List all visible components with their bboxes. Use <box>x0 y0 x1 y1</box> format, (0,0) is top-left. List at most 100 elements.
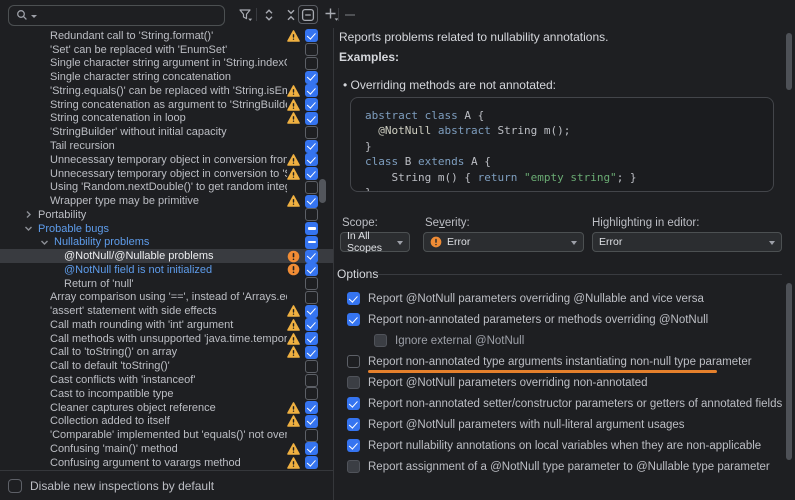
options-scrollbar-thumb[interactable] <box>786 283 792 460</box>
option-row[interactable]: Report non-annotated type arguments inst… <box>334 351 786 372</box>
option-row[interactable]: Report @NotNull parameters with null-lit… <box>334 414 786 435</box>
option-checkbox[interactable] <box>347 418 360 431</box>
tree-item[interactable]: Call to default 'toString()' <box>0 359 333 373</box>
remove-icon[interactable] <box>341 6 359 23</box>
chevron-down-icon[interactable] <box>22 224 34 233</box>
tree-item[interactable]: @NotNull/@Nullable problems <box>0 249 333 263</box>
option-checkbox[interactable] <box>374 334 387 347</box>
tree-item-checkbox[interactable] <box>305 442 318 455</box>
option-checkbox[interactable] <box>347 292 360 305</box>
tree-item[interactable]: Cast to incompatible type <box>0 387 333 401</box>
tree-item-checkbox[interactable] <box>305 401 318 414</box>
tree-item-checkbox[interactable] <box>305 318 318 331</box>
tree-item-checkbox[interactable] <box>305 126 318 139</box>
tree-item[interactable]: Tail recursion <box>0 139 333 153</box>
tree-item-checkbox[interactable] <box>305 140 318 153</box>
tree-item-checkbox[interactable] <box>305 43 318 56</box>
option-checkbox[interactable] <box>347 376 360 389</box>
tree-item[interactable]: 'Set' can be replaced with 'EnumSet' <box>0 43 333 57</box>
tree-item[interactable]: Collection added to itself <box>0 414 333 428</box>
tree-item-checkbox[interactable] <box>305 98 318 111</box>
option-checkbox[interactable] <box>347 355 360 368</box>
scope-dropdown[interactable]: In All Scopes <box>340 232 410 252</box>
description-scrollbar-thumb[interactable] <box>786 33 792 90</box>
tree-item-checkbox[interactable] <box>305 291 318 304</box>
option-checkbox[interactable] <box>347 313 360 326</box>
tree-item[interactable]: Cleaner captures object reference <box>0 401 333 415</box>
tree-item-checkbox[interactable] <box>305 415 318 428</box>
tree-item-checkbox[interactable] <box>305 250 318 263</box>
tree-item-checkbox[interactable] <box>305 346 318 359</box>
tree-item-checkbox[interactable] <box>305 429 318 442</box>
option-row[interactable]: Report assignment of a @NotNull type par… <box>334 456 786 477</box>
option-checkbox[interactable] <box>347 439 360 452</box>
option-row[interactable]: Ignore external @NotNull <box>334 330 786 351</box>
tree-item[interactable]: @NotNull field is not initialized <box>0 263 333 277</box>
tree-item-checkbox[interactable] <box>305 305 318 318</box>
tree-item-checkbox[interactable] <box>305 263 318 276</box>
option-checkbox[interactable] <box>347 397 360 410</box>
tree-item[interactable]: Single character string concatenation <box>0 70 333 84</box>
tree-item[interactable]: Using 'Random.nextDouble()' to get rando… <box>0 180 333 194</box>
option-checkbox[interactable] <box>347 460 360 473</box>
tree-item[interactable]: String concatenation as argument to 'Str… <box>0 98 333 112</box>
tree-item[interactable]: Unnecessary temporary object in conversi… <box>0 167 333 181</box>
tree-item-checkbox[interactable] <box>305 153 318 166</box>
tree-item[interactable]: Unnecessary temporary object in conversi… <box>0 153 333 167</box>
option-row[interactable]: Report @NotNull parameters overriding @N… <box>334 288 786 309</box>
tree-item[interactable]: Array comparison using '==', instead of … <box>0 291 333 305</box>
tree-item[interactable]: Wrapper type may be primitive <box>0 194 333 208</box>
tree-item[interactable]: Confusing argument to varargs method <box>0 456 333 470</box>
tree-item[interactable]: 'String.equals()' can be replaced with '… <box>0 84 333 98</box>
tree-item-checkbox[interactable] <box>305 332 318 345</box>
tree-item-checkbox[interactable] <box>305 456 318 469</box>
warning-icon <box>287 153 300 166</box>
tree-item[interactable]: 'StringBuilder' without initial capacity <box>0 125 333 139</box>
tree-item-checkbox[interactable] <box>305 374 318 387</box>
severity-dropdown[interactable]: Error <box>423 232 584 252</box>
tree-item[interactable]: Return of 'null' <box>0 277 333 291</box>
option-row[interactable]: Report non-annotated setter/constructor … <box>334 393 786 414</box>
tree-item[interactable]: 'Comparable' implemented but 'equals()' … <box>0 428 333 442</box>
tree-scrollbar-thumb[interactable] <box>319 179 326 203</box>
tree-item-checkbox[interactable] <box>305 167 318 180</box>
no-icon <box>287 291 300 304</box>
tree-item-checkbox[interactable] <box>305 222 318 235</box>
tree-item-checkbox[interactable] <box>305 57 318 70</box>
tree-item[interactable]: Call to 'toString()' on array <box>0 346 333 360</box>
tree-item-checkbox[interactable] <box>305 236 318 249</box>
tree-item[interactable]: 'assert' statement with side effects <box>0 304 333 318</box>
expand-all-icon[interactable] <box>260 6 278 23</box>
tree-item-checkbox[interactable] <box>305 71 318 84</box>
chevron-right-icon[interactable] <box>22 210 34 219</box>
tree-item[interactable]: String concatenation in loop <box>0 112 333 126</box>
tree-item-checkbox[interactable] <box>305 84 318 97</box>
tree-item-checkbox[interactable] <box>305 277 318 290</box>
tree-item[interactable]: Call methods with unsupported 'java.time… <box>0 332 333 346</box>
option-row[interactable]: Report non-annotated parameters or metho… <box>334 309 786 330</box>
tree-item[interactable]: Portability <box>0 208 333 222</box>
no-icon <box>287 387 300 400</box>
tree-item[interactable]: Call math rounding with 'int' argument <box>0 318 333 332</box>
tree-item-checkbox[interactable] <box>305 360 318 373</box>
tree-item-checkbox[interactable] <box>305 181 318 194</box>
tree-item-checkbox[interactable] <box>305 387 318 400</box>
highlighting-dropdown[interactable]: Error <box>592 232 782 252</box>
tree-item[interactable]: Single character string argument in 'Str… <box>0 57 333 71</box>
tree-item[interactable]: Confusing 'main()' method <box>0 442 333 456</box>
tree-item-checkbox[interactable] <box>305 29 318 42</box>
tree-item[interactable]: Nullability problems <box>0 235 333 249</box>
tree-item-checkbox[interactable] <box>305 195 318 208</box>
disable-inspection-icon[interactable] <box>298 5 318 24</box>
chevron-down-icon[interactable] <box>38 238 50 247</box>
disable-new-inspections-checkbox[interactable] <box>8 479 22 493</box>
tree-item[interactable]: Cast conflicts with 'instanceof' <box>0 373 333 387</box>
tree-item-checkbox[interactable] <box>305 208 318 221</box>
option-row[interactable]: Report @NotNull parameters overriding no… <box>334 372 786 393</box>
tree-item[interactable]: Probable bugs <box>0 222 333 236</box>
tree-item[interactable]: Redundant call to 'String.format()' <box>0 29 333 43</box>
option-row[interactable]: Report nullability annotations on local … <box>334 435 786 456</box>
search-input[interactable] <box>8 5 225 26</box>
tree-item-checkbox[interactable] <box>305 112 318 125</box>
filter-icon[interactable] <box>236 6 254 23</box>
